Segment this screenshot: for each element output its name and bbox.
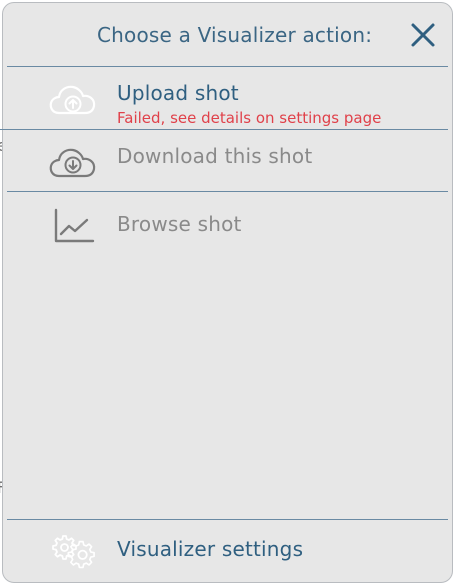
browse-shot-action[interactable]: Browse shot <box>3 192 452 258</box>
close-icon <box>411 23 435 47</box>
upload-status-error: Failed, see details on settings page <box>117 109 382 127</box>
cloud-upload-icon <box>49 85 96 115</box>
cloud-download-icon <box>49 148 96 178</box>
visualizer-action-dialog: Choose a Visualizer action: Upload shot … <box>2 2 453 583</box>
background-divider <box>0 129 8 130</box>
gears-icon <box>52 535 95 569</box>
upload-shot-label: Upload shot <box>117 81 239 105</box>
line-chart-icon <box>54 208 95 243</box>
close-button[interactable] <box>405 17 441 53</box>
browse-shot-label: Browse shot <box>117 212 242 236</box>
visualizer-settings-button[interactable]: Visualizer settings <box>3 520 452 580</box>
upload-shot-action[interactable]: Upload shot Failed, see details on setti… <box>3 67 452 130</box>
dialog-title: Choose a Visualizer action: <box>97 23 373 47</box>
download-shot-label: Download this shot <box>117 144 313 168</box>
download-shot-action[interactable]: Download this shot <box>3 130 452 192</box>
visualizer-settings-label: Visualizer settings <box>117 537 304 561</box>
